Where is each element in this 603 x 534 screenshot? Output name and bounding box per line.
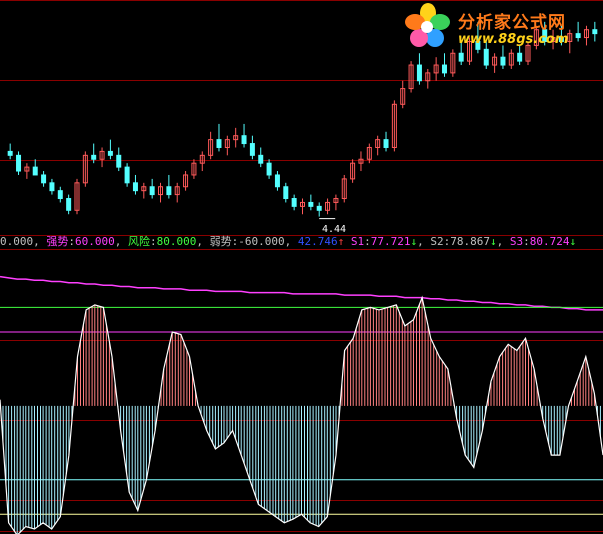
candle-down (283, 186, 289, 200)
legend-s2-value: 78.867 (450, 235, 490, 248)
indicator-legend: 0.000, 强势: 60.000, 风险: 80.000, 弱势: -60.0… (0, 235, 577, 248)
candle-down (91, 154, 97, 160)
candle-down (57, 190, 63, 200)
candle-down (316, 205, 322, 211)
legend-strong-label: 强势 (46, 235, 69, 248)
candle-down (66, 198, 72, 211)
candle-down (274, 174, 280, 188)
candle-down (458, 52, 464, 62)
legend-weak-label: 弱势 (209, 235, 232, 248)
candle-down (132, 182, 138, 192)
legend-s3-arrow: ↓ (569, 235, 577, 248)
logo-url: www.88gs.com (458, 32, 569, 47)
candle-down (258, 154, 264, 164)
candle-down (149, 186, 155, 196)
legend-strong-value: 60.000 (75, 235, 115, 248)
candle-down (416, 64, 422, 82)
candle-down (266, 162, 272, 176)
candle-down (291, 198, 297, 207)
legend-main-value: 42.746 (297, 235, 338, 248)
legend-s2-label: S2 (430, 235, 444, 248)
s1-line (0, 275, 603, 311)
candle-down (441, 64, 447, 74)
candle-down (249, 143, 255, 156)
legend-risk-label: 风险 (128, 235, 150, 248)
legend-s3-value: 80.724 (529, 235, 570, 248)
legend-weak-value: -60.000 (238, 235, 285, 248)
candle-down (308, 201, 314, 207)
flower-logo-icon (405, 3, 450, 47)
candle-down (16, 154, 22, 172)
candle-down (166, 186, 172, 196)
site-logo: 分析家公式网 www.88gs.com (400, 2, 600, 52)
candle-down (517, 52, 523, 62)
candle-down (116, 154, 122, 168)
candle-down (241, 135, 247, 145)
candle-down (49, 182, 55, 192)
legend-main-arrow: ↑ (337, 235, 345, 248)
legend-s1-value: 77.721 (370, 235, 411, 248)
low-price-marker: 4.44 (322, 224, 346, 235)
legend-s2-arrow: ↓ (489, 235, 497, 248)
candle-down (41, 174, 47, 184)
candle-down (124, 166, 130, 184)
legend-first-value: 0.000 (0, 235, 34, 248)
legend-s3-label: S3 (509, 235, 524, 248)
oscillator-pane (0, 275, 603, 534)
candle-down (216, 139, 222, 148)
low-price-value: 4.44 (322, 224, 347, 235)
candle-down (107, 150, 113, 156)
logo-title: 分析家公式网 (458, 13, 566, 33)
legend-risk-value: 80.000 (156, 235, 197, 248)
legend-s1-label: S1 (350, 235, 365, 248)
candle-down (7, 150, 13, 156)
candle-down (32, 166, 38, 176)
legend-s1-arrow: ↓ (410, 235, 418, 248)
candle-down (500, 56, 506, 66)
price-and-oscillator-chart (0, 0, 603, 534)
candle-down (383, 139, 389, 148)
